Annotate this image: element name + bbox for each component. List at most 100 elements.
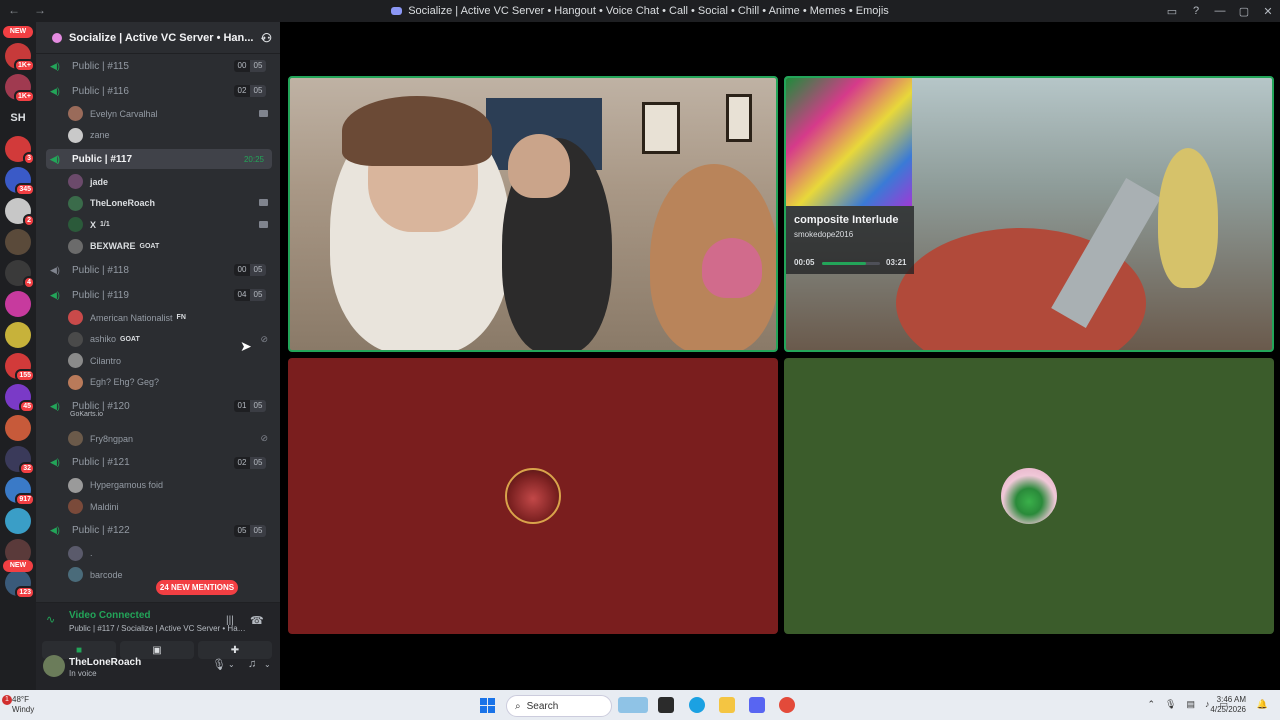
voice-channel[interactable]: ◀) Public | #115 00 05 <box>46 56 272 76</box>
notification-icon[interactable]: 🔔 <box>1257 699 1268 710</box>
avatar <box>68 477 83 493</box>
avatar <box>68 567 83 582</box>
server-header[interactable]: Socialize | Active VC Server • Han... ⌄ … <box>36 22 280 54</box>
help-icon[interactable]: ? <box>1184 5 1208 17</box>
activities-button[interactable]: ✚ <box>198 641 272 659</box>
server-badge: 917 <box>15 493 35 506</box>
voice-user[interactable]: Egh? Ehg? Geg? <box>68 373 272 392</box>
voice-user[interactable]: Fry8ngpan ⊘ <box>68 429 272 448</box>
server-icon[interactable]: 155 <box>5 353 35 382</box>
voice-user[interactable]: jade <box>68 172 272 191</box>
voice-status[interactable]: Video Connected <box>69 610 151 621</box>
mic-icon[interactable]: 🎙 <box>212 658 226 671</box>
voice-user[interactable]: Hypergamous foid <box>68 476 272 495</box>
server-icon-sh[interactable]: SH <box>5 105 31 131</box>
server-badge: 155 <box>15 369 35 382</box>
server-icon[interactable]: 917 <box>5 477 35 506</box>
signal-icon[interactable]: ∿ <box>46 613 55 626</box>
task-view-icon[interactable] <box>658 697 674 713</box>
weather-widget[interactable]: 48°F Windy <box>12 695 34 715</box>
server-icon[interactable]: 3 <box>5 136 35 165</box>
server-icon[interactable]: 2 <box>5 198 35 227</box>
inbox-icon[interactable]: ▭ <box>1160 5 1184 18</box>
voice-user[interactable]: Maldini <box>68 497 272 516</box>
avatar <box>68 545 83 561</box>
voice-user[interactable]: TheLoneRoach <box>68 194 272 213</box>
noise-suppression-icon[interactable]: ||| <box>226 615 234 626</box>
user-name: American Nationalist <box>90 312 173 323</box>
user-name[interactable]: TheLoneRoach <box>69 657 141 668</box>
clock[interactable]: 3:46 AM 4/25/2026 <box>1210 695 1246 715</box>
voice-channel[interactable]: ◀) Public | #121 02 05 <box>46 453 272 473</box>
user-count: 05 05 <box>234 524 266 537</box>
voice-channel[interactable]: ◀) Public | #120 01 05 GoKarts.io <box>46 396 272 418</box>
network-icon[interactable]: ▤ <box>1186 699 1195 710</box>
server-icon[interactable] <box>5 229 31 255</box>
user-name: . <box>90 548 93 558</box>
server-icon[interactable]: 345 <box>5 167 35 196</box>
server-icon[interactable]: 32 <box>5 446 35 475</box>
server-icon[interactable]: 1K+ <box>5 43 35 72</box>
voice-user[interactable]: zane <box>68 126 272 145</box>
volume-icon[interactable]: ♪ <box>1205 699 1210 710</box>
maximize-button[interactable]: ▢ <box>1232 5 1256 18</box>
taskbar-search[interactable]: ⌕ Search <box>506 695 612 717</box>
voice-user[interactable]: BEXWARE GOAT <box>68 237 272 256</box>
voice-user[interactable]: American Nationalist FN <box>68 308 272 327</box>
file-explorer-icon[interactable] <box>719 697 735 713</box>
user-name: BEXWARE <box>90 241 136 251</box>
title-bar: ← → Socialize | Active VC Server • Hango… <box>0 0 1280 22</box>
chevron-down-icon[interactable]: ⌄ <box>228 660 235 669</box>
user-count-part: 05 <box>250 456 266 469</box>
server-icon[interactable] <box>5 415 31 441</box>
close-button[interactable]: ✕ <box>1256 5 1280 18</box>
server-icon[interactable] <box>5 291 31 317</box>
voice-user[interactable]: X 1/1 <box>68 215 272 234</box>
track-artist: smokedope2016 <box>794 230 854 239</box>
chrome-icon[interactable] <box>779 697 795 713</box>
user-count-part: 02 <box>234 85 250 97</box>
camera-icon <box>259 109 268 119</box>
nav-arrows: ← → <box>8 3 46 17</box>
weather-alert-icon[interactable]: 1 <box>2 695 12 705</box>
minimize-button[interactable]: — <box>1208 5 1232 17</box>
voice-channel[interactable]: ◀) Public | #116 02 05 <box>46 81 272 101</box>
avatar[interactable] <box>43 655 65 677</box>
windows-start-icon[interactable] <box>480 698 495 713</box>
server-icon[interactable]: 45 <box>5 384 35 413</box>
music-activity-card[interactable]: composite Interlude smokedope2016 00:05 … <box>786 78 914 274</box>
audio-tile[interactable] <box>288 358 778 634</box>
disconnect-icon[interactable]: ☎ <box>250 614 264 627</box>
server-icon[interactable]: 123 <box>5 570 35 599</box>
server-icon[interactable] <box>5 508 31 534</box>
voice-user[interactable]: . <box>68 544 272 563</box>
new-mentions-pill[interactable]: 24 NEW MENTIONS <box>156 580 238 595</box>
chevron-up-icon[interactable]: ⌃ <box>1147 699 1155 710</box>
audio-tile[interactable] <box>784 358 1274 634</box>
voice-location[interactable]: Public | #117 / Socialize | Active VC Se… <box>69 624 249 633</box>
server-icon[interactable] <box>5 322 31 348</box>
back-arrow-icon[interactable]: ← <box>8 3 20 17</box>
voice-user[interactable]: Evelyn Carvalhal <box>68 104 272 123</box>
channel-activity: GoKarts.io <box>70 411 104 418</box>
voice-channel[interactable]: ◀) Public | #117 20:25 <box>46 149 272 169</box>
voice-channel[interactable]: ◀) Public | #118 00 05 <box>46 260 272 280</box>
avatar <box>505 468 561 524</box>
video-tile[interactable]: composite Interlude smokedope2016 00:05 … <box>784 76 1274 352</box>
headphones-icon[interactable]: ♫ <box>248 658 256 670</box>
new-badge-bottom[interactable]: NEW <box>3 560 33 572</box>
add-member-icon[interactable]: ⚇ <box>261 31 272 45</box>
edge-icon[interactable] <box>689 697 705 713</box>
video-tile[interactable] <box>288 76 778 352</box>
server-icon[interactable]: 1K+ <box>5 74 35 103</box>
server-icon[interactable]: 4 <box>5 260 35 289</box>
chevron-down-icon[interactable]: ⌄ <box>264 660 271 669</box>
new-badge[interactable]: NEW <box>3 26 33 38</box>
voice-channel[interactable]: ◀) Public | #122 05 05 <box>46 521 272 541</box>
copilot-icon[interactable] <box>618 697 648 713</box>
mic-tray-icon[interactable]: 🎙 <box>1165 699 1176 710</box>
weather-temp: 48°F <box>12 695 29 704</box>
discord-icon[interactable] <box>749 697 765 713</box>
voice-channel[interactable]: ◀) Public | #119 04 05 <box>46 285 272 305</box>
forward-arrow-icon[interactable]: → <box>34 3 46 17</box>
